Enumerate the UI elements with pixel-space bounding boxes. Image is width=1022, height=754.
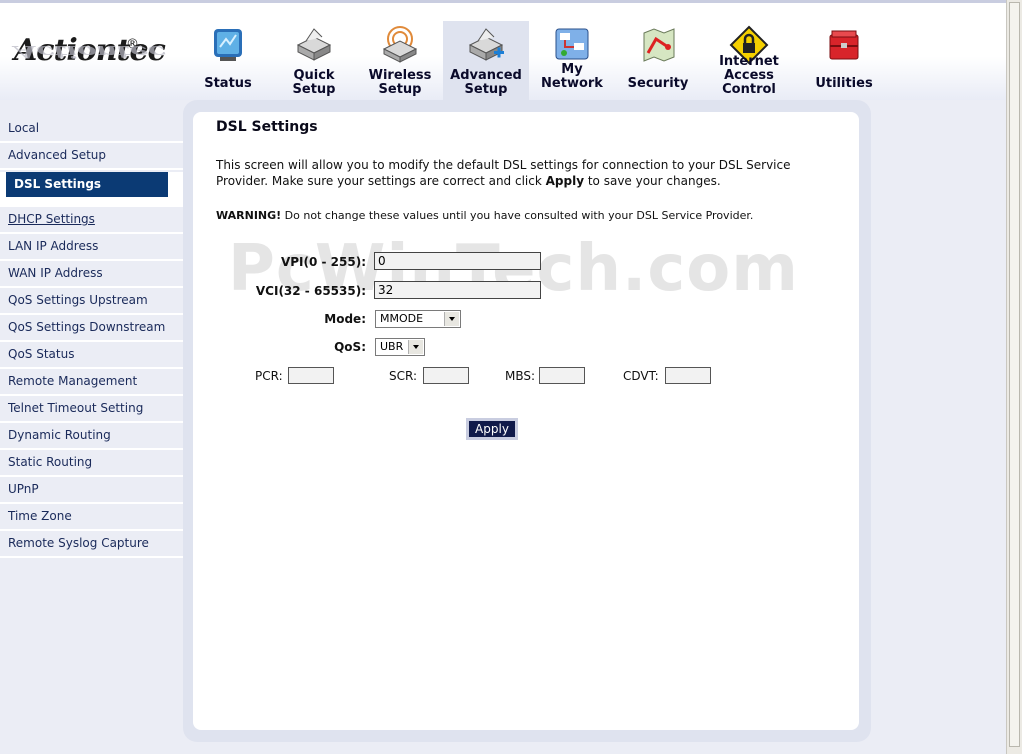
nav-quick-setup[interactable]: Quick Setup [271,21,357,101]
mode-label: Mode: [324,312,366,326]
nav-internet-access-control-label: Internet Access Control [719,54,779,97]
mbs-input[interactable] [539,367,585,384]
sidebar-item-dsl-settings-label: DSL Settings [6,172,168,197]
sidebar-item-lan-ip-address[interactable]: LAN IP Address [0,234,183,261]
toolbox-icon [829,30,859,60]
wireless-router-icon [382,26,418,63]
dropdown-arrow-icon [444,312,459,326]
security-map-icon [643,28,675,62]
sidebar-item-remote-management[interactable]: Remote Management [0,369,183,396]
logo-reflection: Actiontec [14,41,165,61]
sidebar-item-qos-status[interactable]: QoS Status [0,342,183,369]
sidebar-item-local[interactable]: Local [0,116,183,143]
scr-input[interactable] [423,367,469,384]
sidebar-item-dhcp-settings[interactable]: DHCP Settings [0,207,183,234]
qos-select[interactable]: UBR [375,338,425,356]
dropdown-arrow-icon [408,340,423,354]
vci-label: VCI(32 - 65535): [255,284,366,298]
sidebar-item-advanced-setup[interactable]: Advanced Setup [0,143,183,170]
nav-security[interactable]: Security [615,21,701,101]
nav-status[interactable]: Status [185,21,271,101]
sidebar: Local Advanced Setup DSL Settings DHCP S… [0,100,183,754]
scr-label: SCR: [389,369,418,383]
nav-advanced-setup-label: Advanced Setup [450,68,522,97]
router-box-icon [296,28,332,61]
sidebar-item-static-routing[interactable]: Static Routing [0,450,183,477]
scrollbar-thumb[interactable] [1009,2,1020,747]
network-map-icon [555,28,589,60]
qos-select-value: UBR [380,340,404,353]
window-scrollbar[interactable] [1006,0,1022,754]
nav-wireless-setup-label: Wireless Setup [368,68,432,97]
actiontec-logo[interactable]: Actiontec ® Actiontec [10,29,166,87]
mode-select-value: MMODE [380,312,424,325]
pcr-label: PCR: [255,369,283,383]
vci-input[interactable] [374,281,541,299]
cdvt-input[interactable] [665,367,711,384]
sidebar-item-telnet-timeout[interactable]: Telnet Timeout Setting [0,396,183,423]
nav-internet-access-control[interactable]: Internet Access Control [701,21,797,101]
nav-status-label: Status [204,76,252,91]
nav-quick-setup-label: Quick Setup [292,68,336,97]
qos-label: QoS: [334,340,366,354]
apply-button[interactable]: Apply [469,421,515,437]
sidebar-item-dynamic-routing[interactable]: Dynamic Routing [0,423,183,450]
content-panel [193,112,859,730]
nav-my-network-label: My Network [541,62,603,91]
page-title: DSL Settings [216,119,318,135]
sidebar-item-wan-ip-address[interactable]: WAN IP Address [0,261,183,288]
nav-my-network[interactable]: My Network [529,21,615,101]
nav-utilities-label: Utilities [815,76,873,91]
nav-advanced-setup[interactable]: Advanced Setup [443,21,529,101]
cdvt-label: CDVT: [623,369,659,383]
mode-select[interactable]: MMODE [375,310,461,328]
router-plus-icon [468,28,504,61]
sidebar-item-remote-syslog[interactable]: Remote Syslog Capture [0,531,183,558]
nav-wireless-setup[interactable]: Wireless Setup [357,21,443,101]
page-description: This screen will allow you to modify the… [216,158,791,188]
sidebar-item-dsl-settings[interactable]: DSL Settings [0,172,183,207]
sidebar-item-time-zone[interactable]: Time Zone [0,504,183,531]
vpi-input[interactable] [374,252,541,270]
mbs-label: MBS: [505,369,536,383]
sidebar-item-qos-downstream[interactable]: QoS Settings Downstream [0,315,183,342]
apply-button-frame: Apply [466,418,518,440]
sidebar-item-upnp[interactable]: UPnP [0,477,183,504]
vpi-label: VPI(0 - 255): [280,255,366,269]
nav-utilities[interactable]: Utilities [797,21,891,101]
sidebar-item-qos-upstream[interactable]: QoS Settings Upstream [0,288,183,315]
header: Actiontec ® Actiontec Status QuickSetup [0,0,1006,101]
pcr-input[interactable] [288,367,334,384]
nav-security-label: Security [627,76,689,91]
status-monitor-icon [214,29,242,61]
top-nav: Status Quick Setup Wireless Setup Advanc… [185,21,891,101]
warning-text: WARNING! Do not change these values unti… [216,209,754,222]
